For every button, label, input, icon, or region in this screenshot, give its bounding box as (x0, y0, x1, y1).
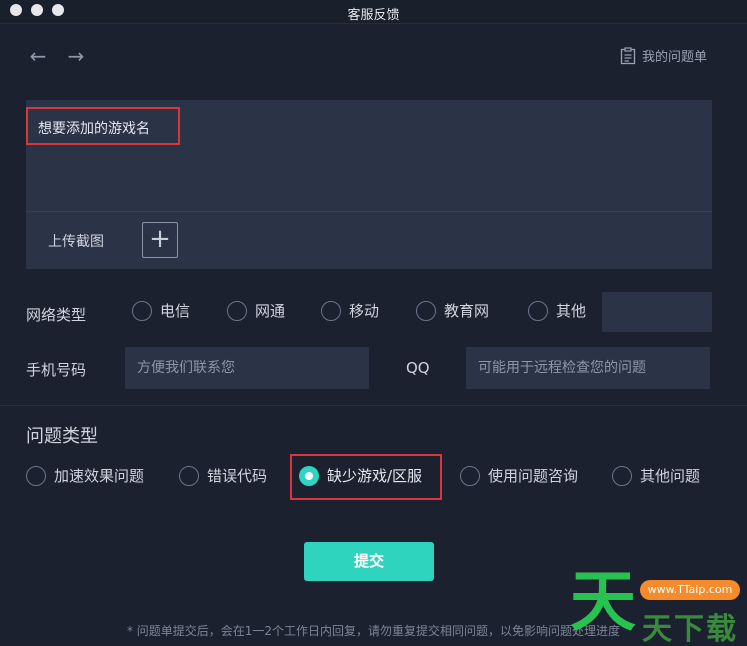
game-name-field[interactable]: 想要添加的游戏名 (26, 107, 180, 145)
phone-input[interactable] (125, 347, 369, 389)
radio-button[interactable] (132, 300, 152, 321)
watermark-big-char: 天 (570, 563, 636, 640)
radio-button[interactable] (416, 300, 436, 321)
phone-label: 手机号码 (26, 361, 87, 379)
upload-screenshot-label: 上传截图 (48, 234, 104, 250)
issue-option-label: 缺少游戏/区服 (327, 467, 423, 485)
watermark-text: 天下载 (642, 612, 738, 646)
issue-option-error-code[interactable]: 错误代码 (179, 465, 267, 486)
section-divider (0, 405, 747, 406)
upload-screenshot-button[interactable]: + (142, 222, 178, 258)
network-option-netcom[interactable]: 网通 (227, 300, 285, 321)
network-option-mobile[interactable]: 移动 (321, 300, 379, 321)
radio-button[interactable] (227, 300, 247, 321)
issue-option-label: 加速效果问题 (54, 467, 145, 485)
radio-button[interactable] (179, 465, 199, 486)
network-option-education[interactable]: 教育网 (416, 300, 489, 321)
radio-button[interactable] (460, 465, 480, 486)
radio-button[interactable] (528, 300, 548, 321)
arrow-left-icon[interactable]: ← (26, 44, 50, 68)
watermark-url: www.TTaip.com (640, 580, 740, 600)
title-bar: 客服反馈 (0, 0, 747, 24)
network-option-label: 移动 (349, 302, 380, 320)
radio-button[interactable] (612, 465, 632, 486)
issue-option-label: 错误代码 (207, 467, 268, 485)
issue-option-missing-game[interactable]: 缺少游戏/区服 (299, 465, 422, 486)
qq-label: QQ (406, 359, 430, 377)
network-type-label: 网络类型 (26, 306, 87, 324)
window-title: 客服反馈 (347, 8, 400, 23)
plus-icon: + (149, 224, 171, 254)
issue-option-other[interactable]: 其他问题 (612, 465, 700, 486)
arrow-right-icon[interactable]: → (64, 44, 88, 68)
my-issues-link[interactable]: 我的问题单 (620, 46, 707, 65)
qq-input[interactable] (466, 347, 710, 389)
radio-button[interactable] (321, 300, 341, 321)
network-option-label: 网通 (255, 302, 286, 320)
network-option-other[interactable]: 其他 (528, 300, 586, 321)
my-issues-label: 我的问题单 (641, 50, 707, 65)
network-option-label: 电信 (160, 302, 191, 320)
clipboard-icon (620, 46, 636, 64)
panel-divider (26, 211, 712, 212)
issue-option-label: 其他问题 (640, 467, 701, 485)
issue-type-title: 问题类型 (26, 426, 98, 447)
network-option-label: 其他 (556, 302, 587, 320)
nav-bar: ← → 我的问题单 (0, 38, 747, 74)
network-option-label: 教育网 (444, 302, 490, 320)
issue-option-speed[interactable]: 加速效果问题 (26, 465, 144, 486)
issue-option-usage[interactable]: 使用问题咨询 (460, 465, 578, 486)
network-option-telecom[interactable]: 电信 (132, 300, 190, 321)
network-other-input[interactable] (602, 292, 712, 332)
radio-button-checked[interactable] (299, 465, 319, 486)
radio-button[interactable] (26, 465, 46, 486)
submit-button[interactable]: 提交 (304, 542, 434, 581)
issue-option-label: 使用问题咨询 (488, 467, 579, 485)
site-watermark-logo: 天 www.TTaip.com 天下载 (570, 566, 747, 646)
